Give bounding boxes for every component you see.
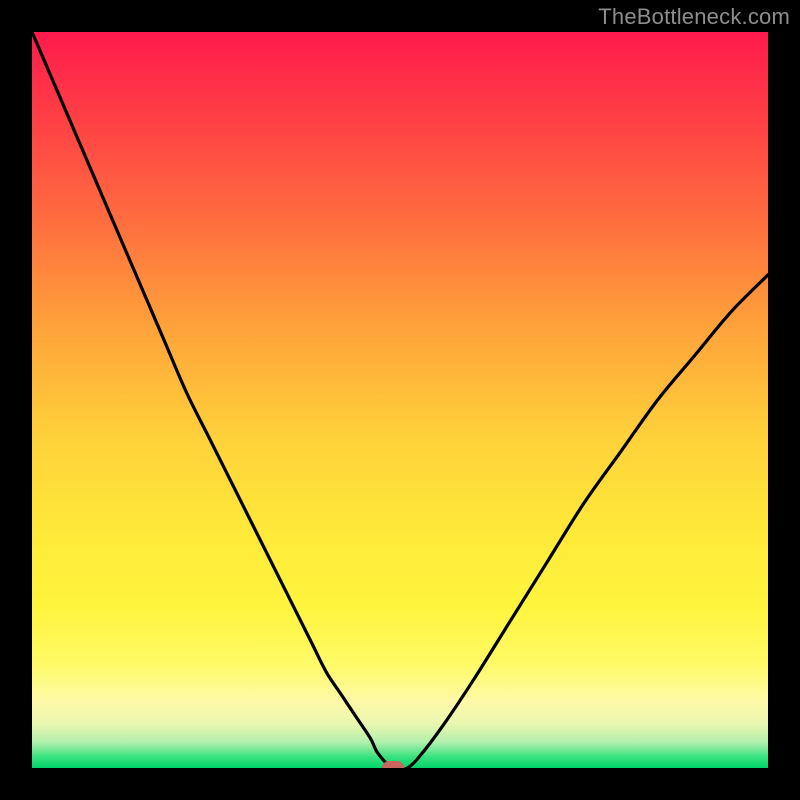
plot-area <box>32 32 768 768</box>
chart-frame: TheBottleneck.com <box>0 0 800 800</box>
curve-layer <box>32 32 768 768</box>
minimum-marker <box>382 761 404 768</box>
watermark-text: TheBottleneck.com <box>598 4 790 30</box>
bottleneck-curve <box>32 32 768 768</box>
